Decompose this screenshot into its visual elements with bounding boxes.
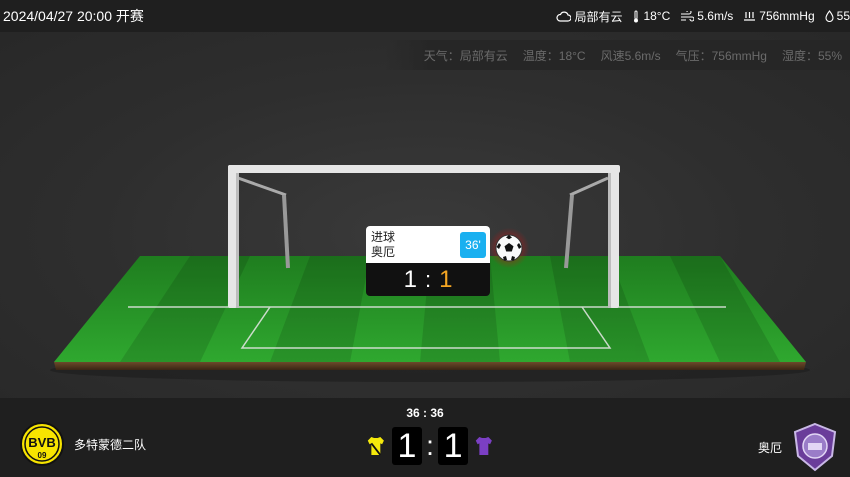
- home-kit-icon: [367, 437, 384, 456]
- goal-event-score: 1 : 1: [366, 263, 490, 296]
- popup-away-score: 1: [439, 265, 453, 293]
- goal-event-labels: 进球 奥厄: [371, 230, 395, 260]
- pitch-edge: [54, 362, 806, 370]
- weather-humidity: 55: [825, 9, 850, 23]
- weather-pressure-text: 756mmHg: [759, 9, 815, 23]
- home-team[interactable]: BVB 09 多特蒙德二队: [20, 422, 146, 466]
- home-logo-year: 09: [38, 451, 47, 460]
- home-team-name: 多特蒙德二队: [74, 437, 147, 452]
- thermometer-icon: [634, 10, 639, 22]
- top-bar: 2024/04/27 20:00 开赛 局部有云 18°C 5.6m/s 756…: [0, 0, 850, 32]
- weather-condition: 局部有云: [556, 8, 622, 25]
- away-score: 1: [437, 427, 469, 465]
- goal-event-popup: 进球 奥厄 36' 1 : 1: [366, 226, 490, 296]
- pressure-icon: [744, 11, 756, 21]
- away-team-logo: [793, 422, 837, 472]
- pitch: [50, 165, 810, 382]
- weather-summary: 局部有云 18°C 5.6m/s 756mmHg 55: [546, 8, 850, 25]
- popup-score-separator: :: [424, 266, 432, 292]
- home-team-logo: BVB 09: [20, 422, 64, 466]
- weather-wind-text: 5.6m/s: [697, 9, 734, 23]
- home-logo-text: BVB: [28, 435, 55, 450]
- wind-icon: [681, 10, 695, 22]
- weather-wind: 5.6m/s: [680, 9, 733, 23]
- soccer-ball-icon: [495, 234, 523, 262]
- ball-glow: [489, 228, 529, 268]
- goal-event-type: 进球: [371, 229, 396, 244]
- popup-home-score: 1: [403, 265, 417, 293]
- main-score: 1 : 1: [360, 426, 500, 466]
- match-scene: 天气：局部有云 温度：18°C 风速5.6m/s 气压：756mmHg 湿度：5…: [0, 32, 850, 398]
- home-score: 1: [391, 427, 423, 465]
- score-separator: :: [426, 430, 434, 461]
- weather-humidity-text: 55: [836, 9, 850, 23]
- away-team-name: 奥厄: [757, 440, 782, 455]
- goal-minute-badge: 36': [460, 231, 486, 258]
- away-kit-icon: [476, 437, 493, 455]
- weather-temperature-text: 18°C: [643, 9, 671, 23]
- weather-pressure: 756mmHg: [743, 9, 815, 23]
- goal-event-header: 进球 奥厄 36': [366, 226, 490, 263]
- weather-temperature: 18°C: [632, 9, 670, 23]
- match-clock: 36 : 36: [406, 406, 444, 420]
- goal-event-team: 奥厄: [371, 244, 396, 259]
- weather-condition-text: 局部有云: [574, 9, 623, 24]
- droplet-icon: [825, 10, 834, 22]
- cloud-icon: [556, 11, 572, 22]
- away-team[interactable]: 奥厄: [758, 422, 838, 472]
- match-datetime: 2024/04/27 20:00 开赛: [3, 8, 144, 24]
- scoreboard-bar: 36 : 36 BVB 09 多特蒙德二队 1 : 1 奥厄: [0, 398, 850, 477]
